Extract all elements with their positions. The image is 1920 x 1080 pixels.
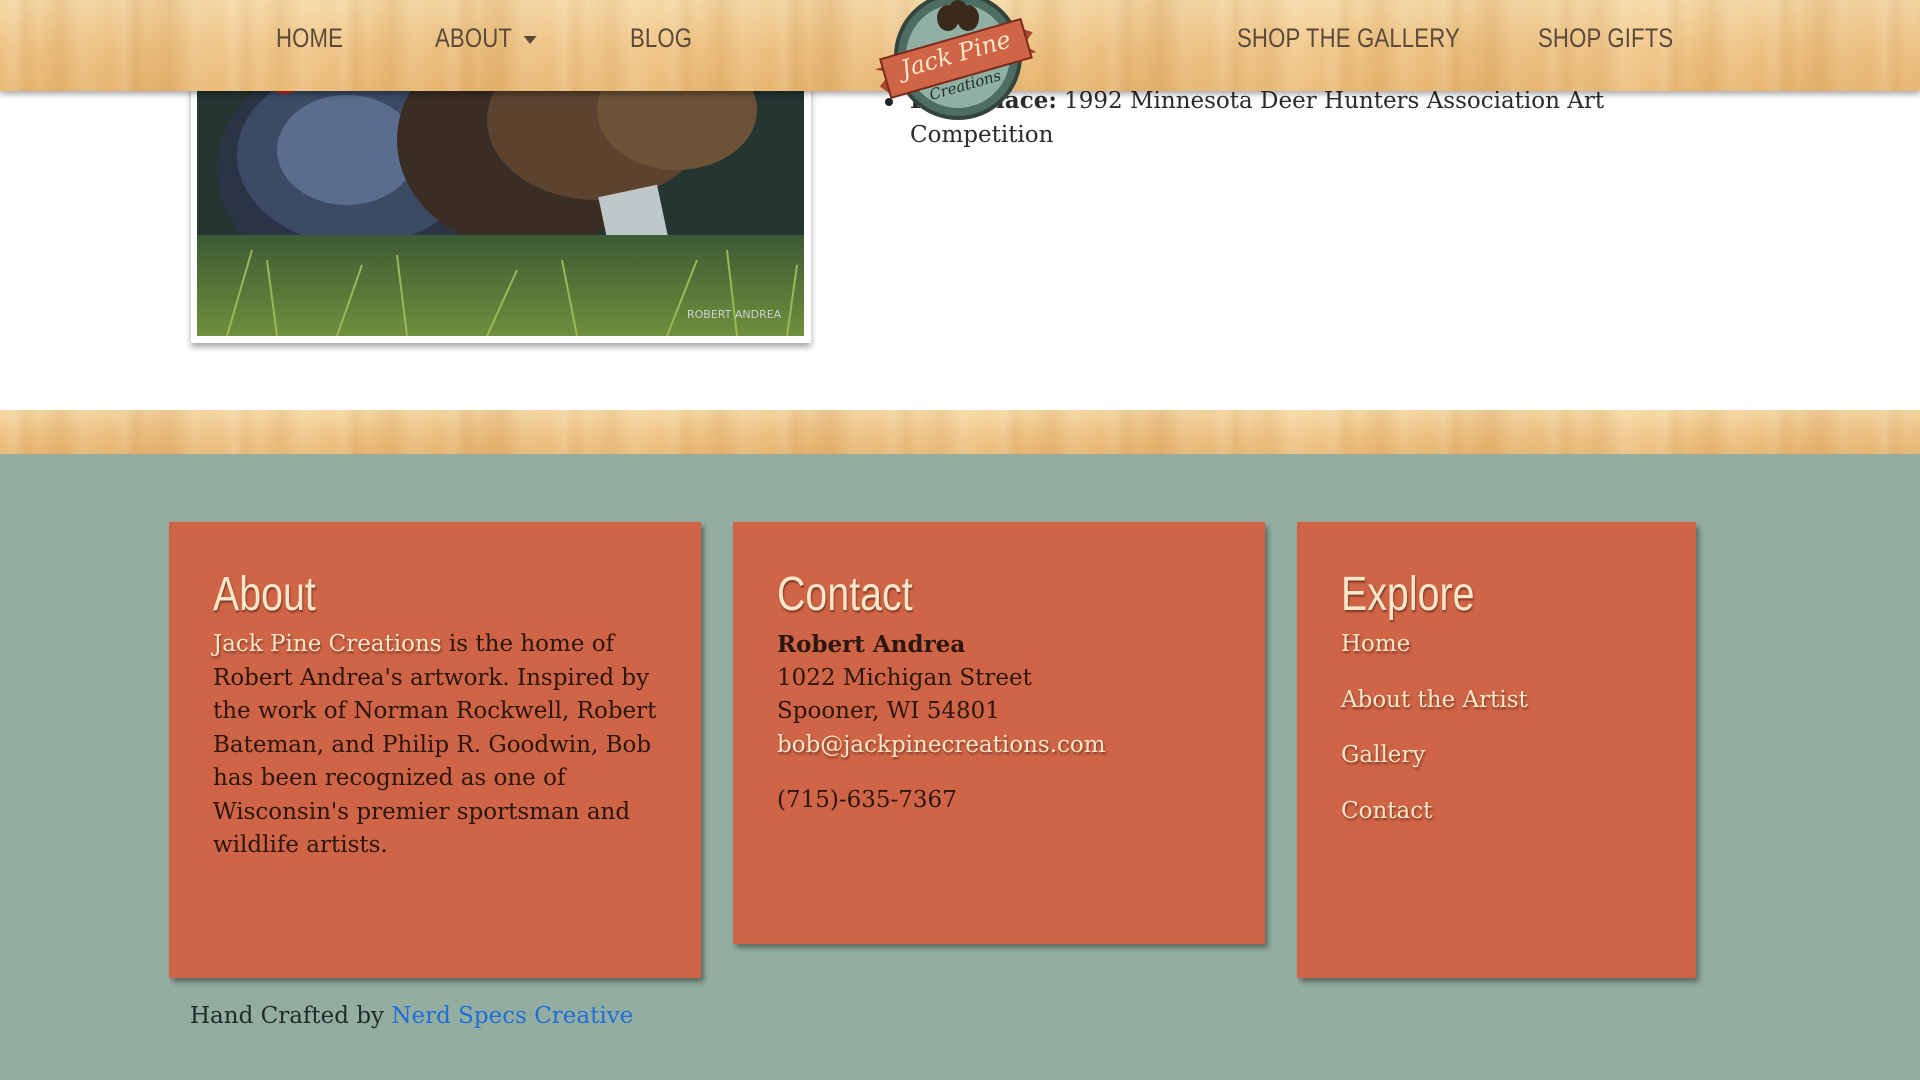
footer-explore-card: Explore Home About the Artist Gallery Co…	[1297, 522, 1696, 978]
about-text: Jack Pine Creations is the home of Rober…	[213, 628, 657, 863]
chevron-down-icon[interactable]	[523, 35, 537, 44]
explore-link-home[interactable]: Home	[1341, 628, 1652, 662]
contact-phone: (715)-635-7367	[777, 787, 957, 813]
turkey-painting-graphic: ROBERT ANDREA	[197, 60, 804, 336]
nav-shop-the-gallery[interactable]: SHOP THE GALLERY	[1237, 18, 1460, 58]
about-body: is the home of Robert Andrea's artwork. …	[213, 631, 657, 858]
contact-heading: Contact	[777, 568, 913, 621]
nav-about-label: ABOUT	[435, 23, 513, 53]
nav-about[interactable]: ABOUT	[435, 18, 537, 58]
credit-link[interactable]: Nerd Specs Creative	[391, 1003, 633, 1029]
explore-link-gallery[interactable]: Gallery	[1341, 739, 1652, 773]
footer-about-card: About Jack Pine Creations is the home of…	[169, 522, 701, 978]
explore-link-about-the-artist[interactable]: About the Artist	[1341, 684, 1652, 718]
contact-name: Robert Andrea	[777, 631, 966, 658]
turkey-painting: ROBERT ANDREA	[197, 60, 804, 336]
nav-home[interactable]: HOME	[276, 18, 343, 58]
about-heading: About	[213, 568, 316, 621]
footer-contact-card: Contact Robert Andrea 1022 Michigan Stre…	[733, 522, 1265, 944]
explore-heading: Explore	[1341, 568, 1475, 621]
wood-divider	[0, 410, 1920, 454]
site-logo[interactable]: Jack Pine Creations	[866, 0, 1046, 126]
footer-credit: Hand Crafted by Nerd Specs Creative	[190, 999, 633, 1033]
nav-blog[interactable]: BLOG	[630, 18, 692, 58]
logo-badge-graphic: Jack Pine Creations	[874, 0, 1037, 120]
contact-street: 1022 Michigan Street	[777, 664, 1032, 691]
contact-email-link[interactable]: bob@jackpinecreations.com	[777, 732, 1106, 758]
nav-shop-gifts[interactable]: SHOP GIFTS	[1538, 18, 1673, 58]
painting-signature: ROBERT ANDREA	[687, 308, 782, 321]
explore-link-contact[interactable]: Contact	[1341, 795, 1652, 829]
about-site-link[interactable]: Jack Pine Creations	[213, 631, 442, 657]
contact-city: Spooner, WI 54801	[777, 698, 1000, 724]
painting-frame: ROBERT ANDREA	[191, 60, 811, 343]
credit-prefix: Hand Crafted by	[190, 1003, 392, 1029]
